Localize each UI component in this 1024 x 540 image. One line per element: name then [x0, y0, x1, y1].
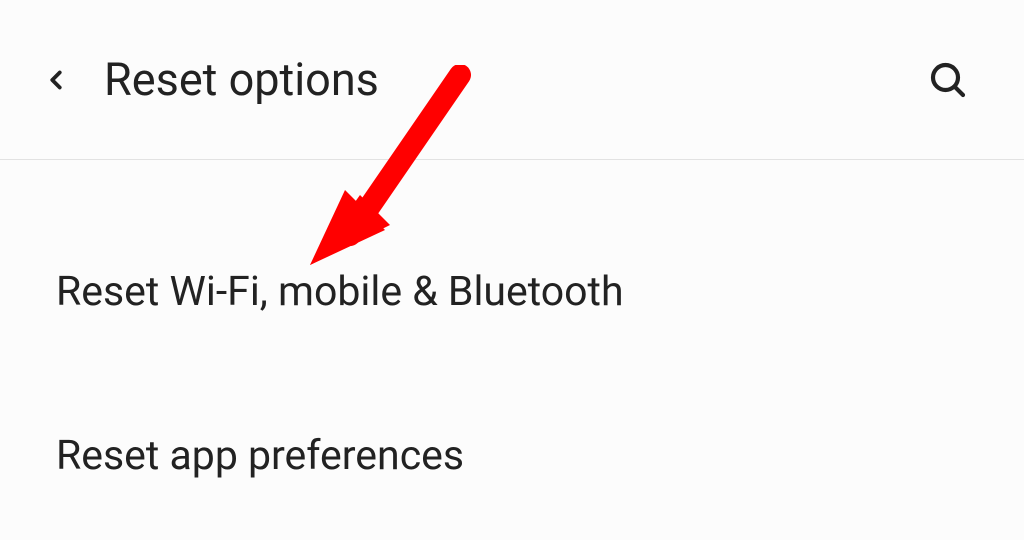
- page-title: Reset options: [104, 53, 920, 106]
- back-button[interactable]: [28, 52, 84, 108]
- search-button[interactable]: [920, 52, 976, 108]
- option-label: Reset Wi-Fi, mobile & Bluetooth: [56, 268, 624, 316]
- back-icon: [41, 65, 71, 95]
- option-reset-app-preferences[interactable]: Reset app preferences: [0, 404, 1024, 508]
- header: Reset options: [0, 0, 1024, 160]
- option-label: Reset app preferences: [56, 432, 464, 480]
- search-icon: [928, 60, 968, 100]
- option-reset-wifi-mobile-bluetooth[interactable]: Reset Wi-Fi, mobile & Bluetooth: [0, 240, 1024, 344]
- options-list: Reset Wi-Fi, mobile & Bluetooth Reset ap…: [0, 160, 1024, 508]
